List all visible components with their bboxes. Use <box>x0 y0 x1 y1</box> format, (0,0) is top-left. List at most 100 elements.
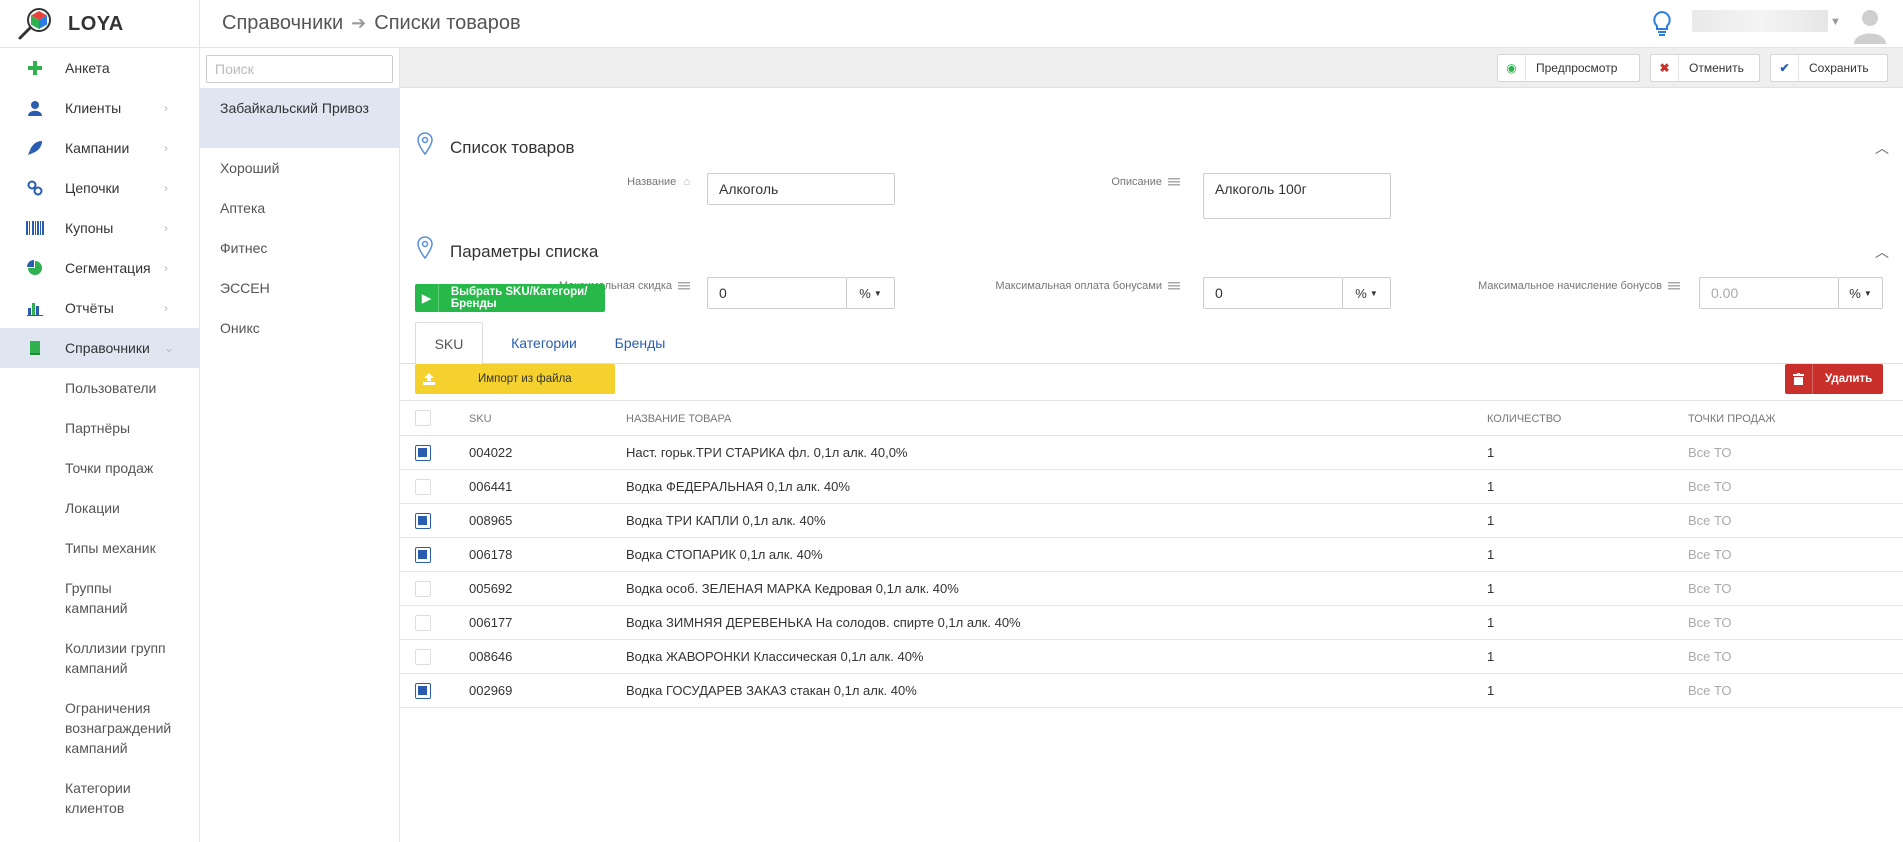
max-bonus-accrual-unit-select[interactable]: % ▼ <box>1839 277 1883 309</box>
sidebar-subitem-partners[interactable]: Партнёры <box>65 418 195 438</box>
sidebar-item-label: Сегментация <box>65 260 151 276</box>
sidebar-item-label: Кампании <box>65 140 130 156</box>
preview-button[interactable]: ◉ Предпросмотр <box>1497 54 1640 82</box>
cell-quantity: 1 <box>1487 513 1495 528</box>
user-name-blurred[interactable] <box>1692 10 1828 32</box>
lightbulb-icon[interactable] <box>1650 10 1674 38</box>
sidebar-item-campaigns[interactable]: Кампании › <box>0 128 199 168</box>
table-row[interactable]: 005692 Водка особ. ЗЕЛЕНАЯ МАРКА Кедровая… <box>400 572 1903 606</box>
sidebar-item-coupons[interactable]: Купоны › <box>0 208 199 248</box>
table-row[interactable]: 002969 Водка ГОСУДАРЕВ ЗАКАЗ стакан 0,1л … <box>400 674 1903 708</box>
sidebar-subitem-points-of-sale[interactable]: Точки продаж <box>65 458 195 478</box>
sidebar-item-directories[interactable]: Справочники ⌄ <box>0 328 199 368</box>
cell-sku: 008965 <box>469 513 513 528</box>
search-input[interactable] <box>206 55 393 83</box>
cell-sku: 006178 <box>469 547 513 562</box>
pie-chart-icon <box>25 258 45 278</box>
name-field[interactable]: Алкоголь <box>707 173 895 205</box>
row-checkbox[interactable] <box>415 615 431 631</box>
cancel-button[interactable]: ✖ Отменить <box>1650 54 1760 82</box>
cell-points: Все ТО <box>1688 547 1732 562</box>
sidebar-subitem-locations[interactable]: Локации <box>65 498 195 518</box>
max-bonus-pay-label: Максимальная оплата бонусами <box>920 280 1180 292</box>
cell-name: Водка особ. ЗЕЛЕНАЯ МАРКА Кедровая 0,1л … <box>626 581 959 596</box>
sidebar-item-clients[interactable]: Клиенты › <box>0 88 199 128</box>
table-row[interactable]: 006441 Водка ФЕДЕРАЛЬНАЯ 0,1л алк. 40% 1 Вс… <box>400 470 1903 504</box>
max-bonus-accrual-input[interactable]: 0.00 <box>1699 277 1839 309</box>
description-field[interactable]: Алкоголь 100г <box>1203 173 1391 219</box>
max-discount-input[interactable]: 0 <box>707 277 847 309</box>
cell-quantity: 1 <box>1487 683 1495 698</box>
row-checkbox[interactable] <box>415 479 431 495</box>
tab-sku[interactable]: SKU <box>415 322 483 365</box>
delete-button[interactable]: Удалить <box>1785 364 1883 394</box>
row-checkbox[interactable] <box>415 547 431 563</box>
list-item[interactable]: ЭССЕН <box>200 278 399 298</box>
list-item[interactable]: Хороший <box>200 158 399 178</box>
sidebar-subitem-client-categories[interactable]: Категории клиентов <box>65 778 175 818</box>
lines-icon <box>1668 281 1680 291</box>
table-row[interactable]: 008965 Водка ТРИ КАПЛИ 0,1л алк. 40% 1 Все … <box>400 504 1903 538</box>
trash-icon <box>1785 364 1813 394</box>
sidebar-item-chains[interactable]: Цепочки › <box>0 168 199 208</box>
column-header-name[interactable]: Название товара <box>626 413 731 425</box>
chevron-down-icon[interactable]: ▼ <box>1830 16 1841 28</box>
cell-quantity: 1 <box>1487 445 1495 460</box>
row-checkbox[interactable] <box>415 683 431 699</box>
list-item[interactable]: Аптека <box>200 198 399 218</box>
table-row[interactable]: 008646 Водка ЖАВОРОНКИ Классическая 0,1л … <box>400 640 1903 674</box>
row-checkbox[interactable] <box>415 649 431 665</box>
sidebar-subitem-users[interactable]: Пользователи <box>65 378 195 398</box>
column-header-sku[interactable]: SKU <box>469 413 492 425</box>
toolbar: ◉ Предпросмотр ✖ Отменить ✔ Сохранить <box>400 48 1903 88</box>
chevron-up-icon[interactable]: ︿ <box>1875 138 1889 158</box>
breadcrumb-item-current: Списки товаров <box>374 12 521 34</box>
sidebar-item-questionnaire[interactable]: Анкета <box>0 48 199 88</box>
column-header-quantity[interactable]: Количество <box>1487 413 1561 425</box>
app-name: LOYA <box>68 12 124 35</box>
max-bonus-pay-unit-select[interactable]: % ▼ <box>1343 277 1391 309</box>
chevron-right-icon: › <box>164 181 168 195</box>
logo[interactable]: LOYA <box>16 6 124 42</box>
table-row[interactable]: 006178 Водка СТОПАРИК 0,1л алк. 40% 1 Все Т… <box>400 538 1903 572</box>
sidebar-subitem-group-collisions[interactable]: Коллизии групп кампаний <box>65 638 190 678</box>
sidebar-item-label: Клиенты <box>65 100 122 116</box>
name-label: Название ⌂ <box>627 176 690 188</box>
list-panel: Забайкальский Привоз Хороший Аптека Фитн… <box>200 48 400 842</box>
user-icon <box>25 98 45 118</box>
cell-quantity: 1 <box>1487 479 1495 494</box>
table-row[interactable]: 006177 Водка ЗИМНЯЯ ДЕРЕВЕНЬКА На солодов… <box>400 606 1903 640</box>
import-file-button[interactable]: Импорт из файла <box>415 364 615 394</box>
max-bonus-pay-input[interactable]: 0 <box>1203 277 1343 309</box>
tab-brands[interactable]: Бренды <box>600 322 680 364</box>
play-icon: ▶ <box>415 284 439 312</box>
select-sku-button[interactable]: ▶ Выбрать SKU/Категори/Бренды <box>415 284 605 312</box>
list-item[interactable]: Оникс <box>200 318 399 338</box>
sidebar-item-reports[interactable]: Отчёты › <box>0 288 199 328</box>
chevron-up-icon[interactable]: ︿ <box>1875 242 1889 262</box>
sidebar-item-segmentation[interactable]: Сегментация › <box>0 248 199 288</box>
book-icon <box>25 338 45 358</box>
breadcrumb-item-parent[interactable]: Справочники <box>222 12 343 35</box>
row-checkbox[interactable] <box>415 445 431 461</box>
eye-icon: ◉ <box>1498 55 1526 81</box>
table-row[interactable]: 004022 Наст. горьк.ТРИ СТАРИКА фл. 0,1л а… <box>400 436 1903 470</box>
sidebar-subitem-mechanic-types[interactable]: Типы механик <box>65 538 195 558</box>
bar-chart-icon <box>25 298 45 318</box>
cell-sku: 005692 <box>469 581 513 596</box>
column-header-points[interactable]: Точки продаж <box>1688 413 1776 425</box>
cell-points: Все ТО <box>1688 649 1732 664</box>
chain-icon <box>25 178 45 198</box>
row-checkbox[interactable] <box>415 581 431 597</box>
max-discount-unit-select[interactable]: % ▼ <box>847 277 895 309</box>
save-button[interactable]: ✔ Сохранить <box>1770 54 1888 82</box>
sidebar-subitem-campaign-groups[interactable]: Группы кампаний <box>65 578 175 618</box>
tab-categories[interactable]: Категории <box>490 322 598 364</box>
sidebar-subitem-reward-limits[interactable]: Ограничения вознаграждений кампаний <box>65 698 195 758</box>
cell-points: Все ТО <box>1688 581 1732 596</box>
list-item[interactable]: Фитнес <box>200 238 399 258</box>
list-item[interactable]: Забайкальский Привоз <box>200 88 399 148</box>
select-all-checkbox[interactable] <box>415 410 431 426</box>
avatar[interactable] <box>1850 4 1890 44</box>
row-checkbox[interactable] <box>415 513 431 529</box>
